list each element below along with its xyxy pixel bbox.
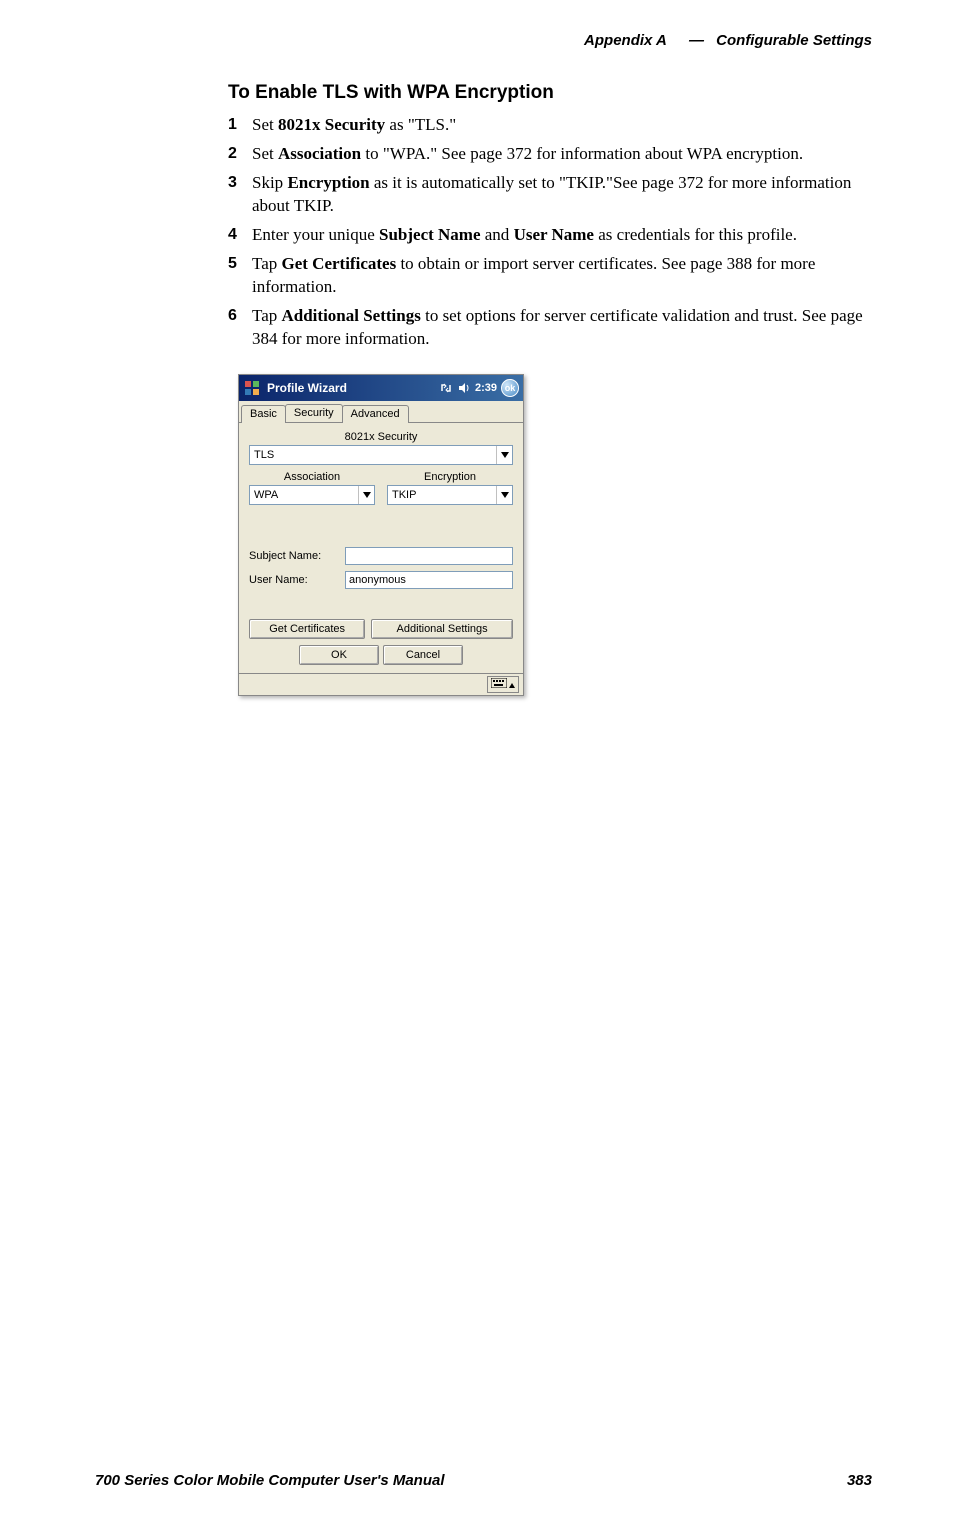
step-number: 6 [228,305,237,327]
step-number: 4 [228,224,237,246]
chevron-down-icon [358,486,374,504]
tab-security[interactable]: Security [285,404,343,422]
step-4: 4 Enter your unique Subject Name and Use… [228,224,878,247]
subject-name-input[interactable] [345,547,513,565]
step-text-pre: Skip [252,173,287,192]
step-text-bold: Subject Name [379,225,481,244]
association-value: WPA [250,489,358,501]
encryption-value: TKIP [388,489,496,501]
windows-logo-icon [243,379,261,397]
subject-name-row: Subject Name: [249,547,513,565]
tab-basic[interactable]: Basic [241,405,286,423]
step-text-bold: Encryption [287,173,369,192]
get-certificates-button[interactable]: Get Certificates [249,619,365,639]
header-title: Configurable Settings [716,32,872,49]
step-text-bold2: User Name [514,225,594,244]
clock-time: 2:39 [475,382,497,394]
titlebar-icons: 2:39 ok [439,379,519,397]
step-text-post: as "TLS." [385,115,456,134]
tab-advanced[interactable]: Advanced [342,405,409,423]
step-text-post: as credentials for this profile. [594,225,797,244]
footer-page-number: 383 [847,1472,872,1489]
step-text-pre: Tap [252,306,282,325]
cancel-button[interactable]: Cancel [383,645,463,665]
step-number: 2 [228,143,237,165]
step-number: 5 [228,253,237,275]
step-number: 3 [228,172,237,194]
8021x-security-dropdown[interactable]: TLS [249,445,513,465]
appendix-label: Appendix A [584,32,667,49]
footer-manual-title: 700 Series Color Mobile Computer User's … [95,1472,445,1489]
user-name-input[interactable] [345,571,513,589]
volume-icon[interactable] [457,381,471,395]
step-text-pre: Set [252,144,278,163]
connectivity-icon[interactable] [439,381,453,395]
dialog-title: Profile Wizard [267,381,439,395]
security-group-label: 8021x Security [249,431,513,443]
assoc-enc-row: Association WPA Encryption TKIP [249,471,513,505]
security-tab-panel: 8021x Security TLS Association WPA [239,423,523,673]
ok-cancel-row: OK Cancel [249,645,513,665]
step-1: 1 Set 8021x Security as "TLS." [228,114,878,137]
keyboard-sip-button[interactable] [487,676,519,693]
step-text-bold: Get Certificates [282,254,397,273]
ok-button[interactable]: OK [299,645,379,665]
step-text-pre: Enter your unique [252,225,379,244]
step-2: 2 Set Association to "WPA." See page 372… [228,143,878,166]
keyboard-icon [491,678,507,691]
header-dash: — [689,32,704,49]
step-text-bold: Additional Settings [282,306,421,325]
step-text-pre: Tap [252,254,282,273]
user-name-label: User Name: [249,574,345,586]
chevron-down-icon [496,446,512,464]
chevron-down-icon [496,486,512,504]
step-6: 6 Tap Additional Settings to set options… [228,305,878,351]
page-header: Appendix A — Configurable Settings [584,32,872,49]
step-number: 1 [228,114,237,136]
profile-wizard-dialog: Profile Wizard 2:39 ok Basic Security [238,374,524,696]
step-text-mid: and [481,225,514,244]
section-title: To Enable TLS with WPA Encryption [228,82,878,104]
cert-settings-button-row: Get Certificates Additional Settings [249,619,513,639]
association-column: Association WPA [249,471,375,505]
spacer [249,505,513,541]
content-area: To Enable TLS with WPA Encryption 1 Set … [228,82,878,696]
dialog-screenshot-wrap: Profile Wizard 2:39 ok Basic Security [238,374,878,696]
step-text-post: to "WPA." See page 372 for information a… [361,144,803,163]
chevron-up-icon [509,679,515,691]
additional-settings-button[interactable]: Additional Settings [371,619,513,639]
8021x-security-value: TLS [250,449,496,461]
step-text-pre: Set [252,115,278,134]
step-3: 3 Skip Encryption as it is automatically… [228,172,878,218]
page-footer: 700 Series Color Mobile Computer User's … [95,1472,872,1489]
subject-name-label: Subject Name: [249,550,345,562]
step-text-bold: 8021x Security [278,115,385,134]
encryption-dropdown[interactable]: TKIP [387,485,513,505]
step-text-bold: Association [278,144,361,163]
sip-row [239,673,523,695]
encryption-label: Encryption [424,471,476,483]
tab-row: Basic Security Advanced [239,401,523,423]
titlebar: Profile Wizard 2:39 ok [239,375,523,401]
step-5: 5 Tap Get Certificates to obtain or impo… [228,253,878,299]
encryption-column: Encryption TKIP [387,471,513,505]
ok-icon[interactable]: ok [501,379,519,397]
association-dropdown[interactable]: WPA [249,485,375,505]
user-name-row: User Name: [249,571,513,589]
steps-list: 1 Set 8021x Security as "TLS." 2 Set Ass… [228,114,878,350]
association-label: Association [284,471,340,483]
